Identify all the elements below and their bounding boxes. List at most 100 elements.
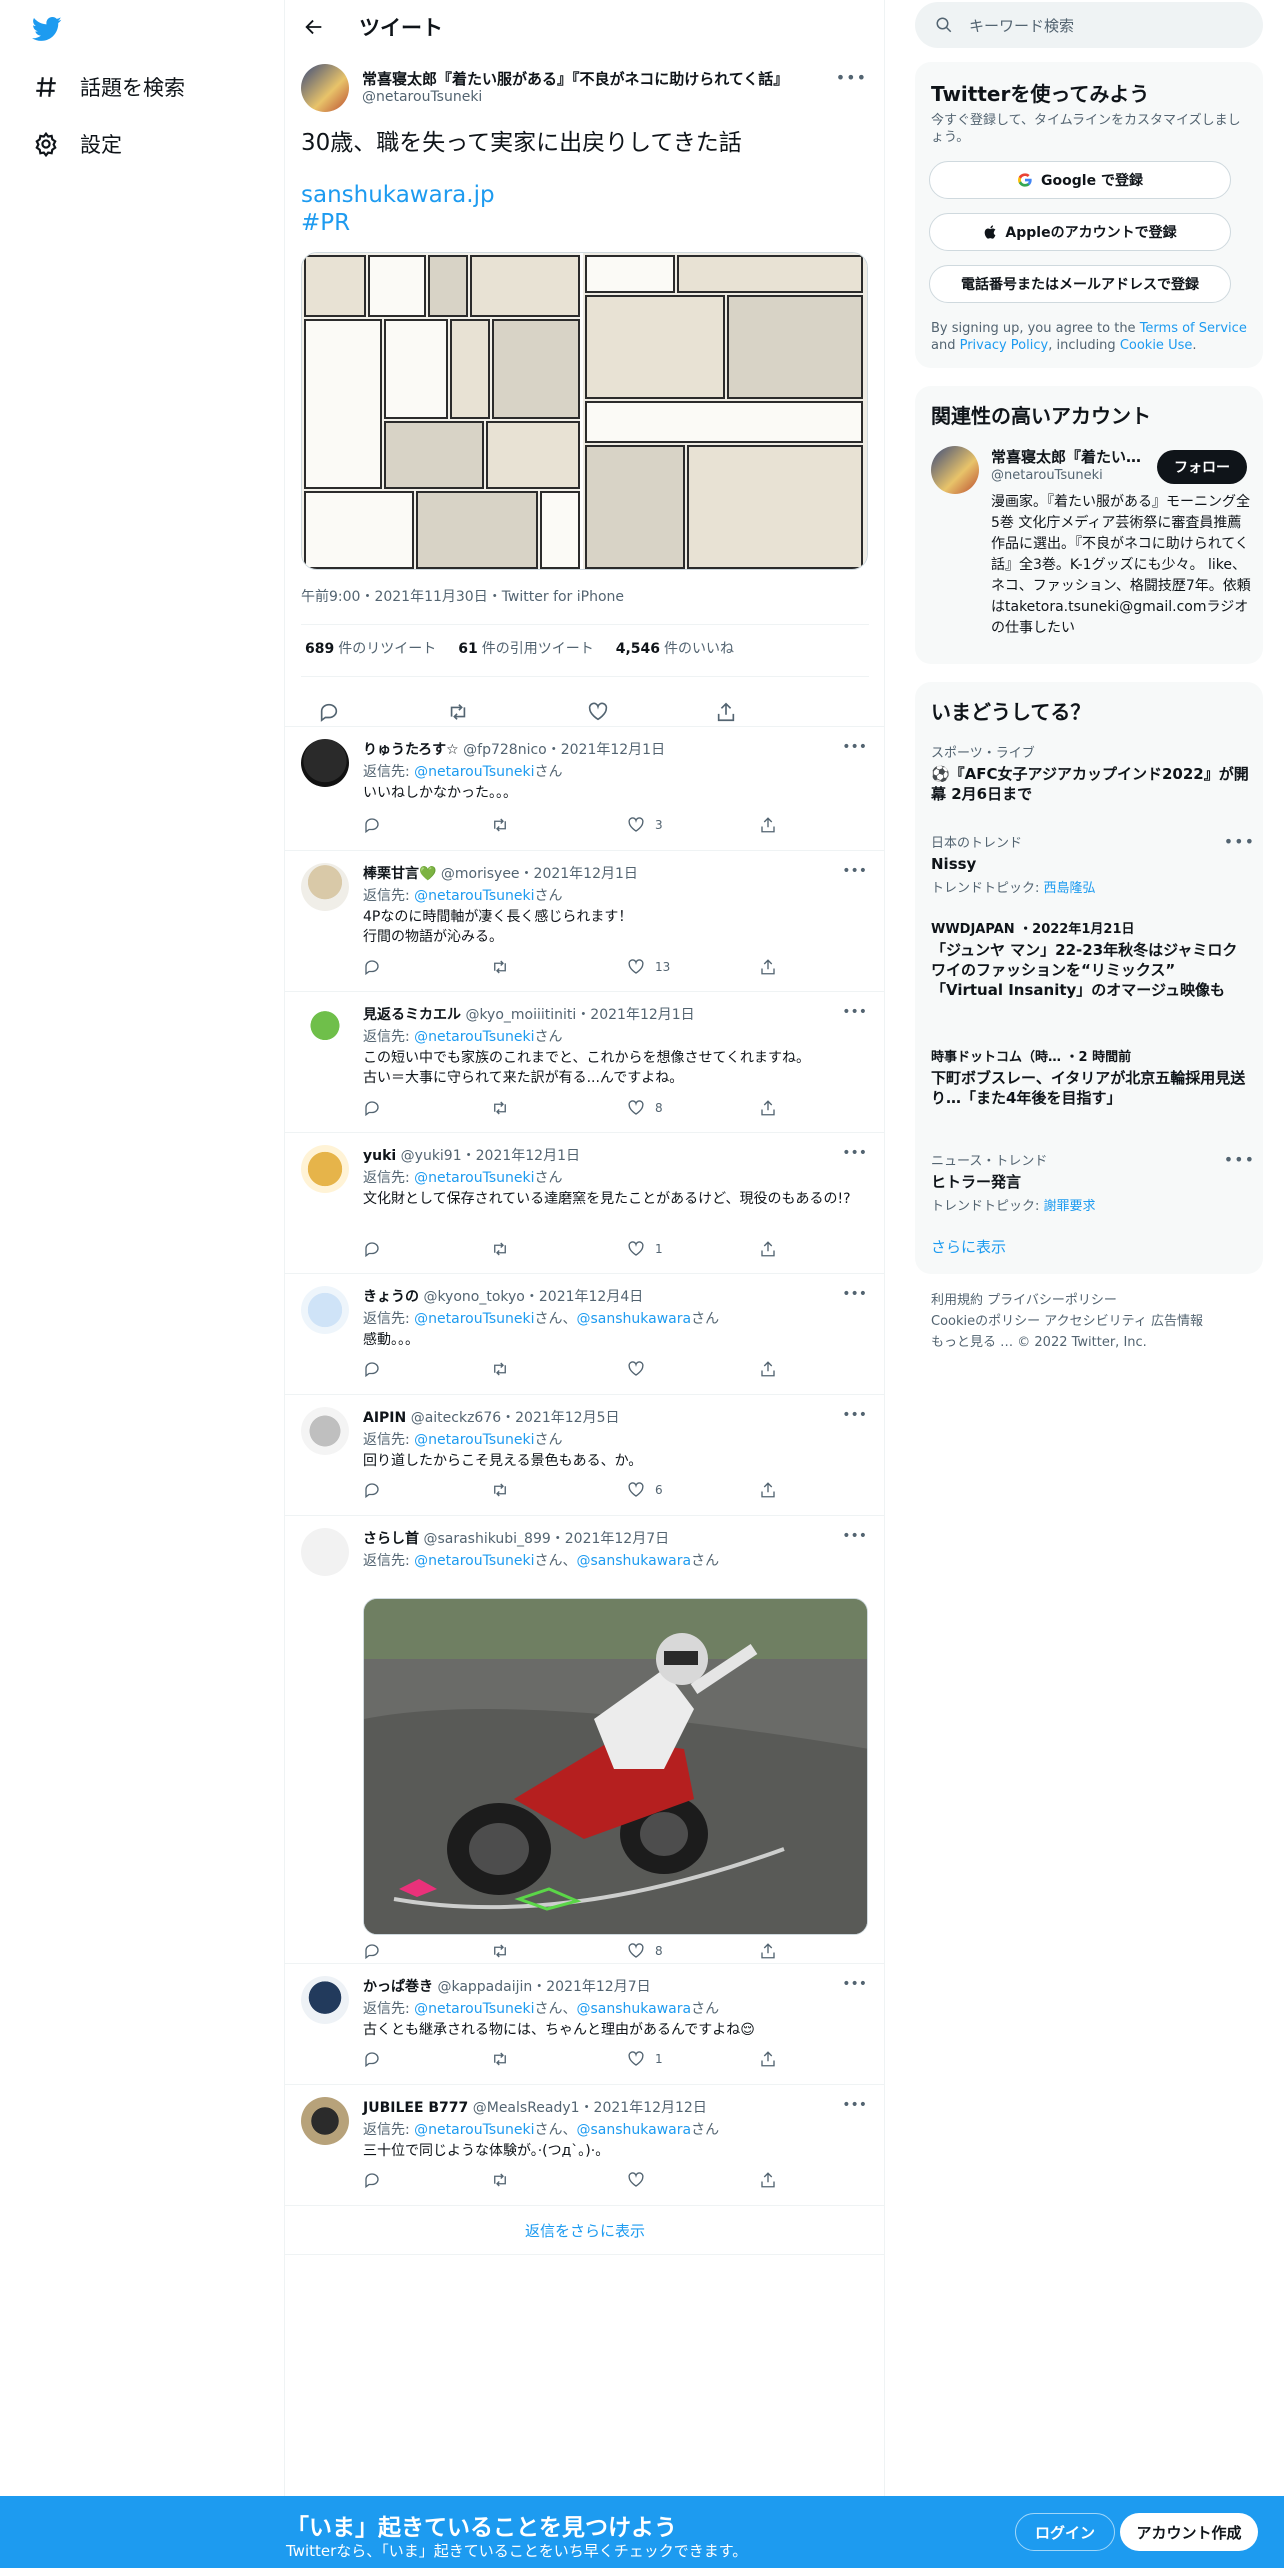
- like-action[interactable]: 3: [627, 816, 663, 834]
- like-action[interactable]: [627, 2171, 655, 2189]
- trend-item[interactable]: スポーツ・ライブ ⚽️『AFC女子アジアカップインド2022』が開幕 2月6日ま…: [931, 742, 1251, 804]
- more-options-icon[interactable]: •••: [842, 1145, 867, 1161]
- share-action[interactable]: [759, 2171, 787, 2189]
- retweet-action[interactable]: [491, 1360, 519, 1378]
- like-action[interactable]: 8: [627, 1099, 663, 1117]
- retweet-action[interactable]: [491, 2171, 519, 2189]
- share-action[interactable]: [759, 1942, 787, 1960]
- reply-action[interactable]: [363, 1240, 391, 1258]
- like-action[interactable]: [627, 1360, 655, 1378]
- like-action[interactable]: 8: [627, 1942, 663, 1960]
- apple-signup-button[interactable]: Appleのアカウントで登録: [929, 213, 1231, 251]
- share-action[interactable]: [759, 1360, 787, 1378]
- like-action[interactable]: 13: [627, 958, 670, 976]
- trends-show-more[interactable]: さらに表示: [931, 1236, 1006, 1257]
- quote-count[interactable]: 61 件の引用ツイート: [458, 638, 593, 658]
- more-options-icon[interactable]: •••: [842, 2097, 867, 2113]
- reply-icon[interactable]: [315, 698, 343, 726]
- more-options-icon[interactable]: •••: [1224, 832, 1255, 851]
- more-options-icon[interactable]: •••: [842, 1407, 867, 1423]
- reply-tweet[interactable]: りゅうたろす☆ @fp728nico・2021年12月1日 ••• 返信先: @…: [285, 726, 885, 850]
- footer-line[interactable]: Cookieのポリシー アクセシビリティ 広告情報: [931, 1311, 1251, 1332]
- tweet-link[interactable]: sanshukawara.jp: [301, 182, 495, 208]
- twitter-logo-icon[interactable]: [30, 14, 66, 44]
- avatar[interactable]: [301, 1286, 349, 1334]
- reply-tweet[interactable]: 棒栗甘言💚 @morisyee・2021年12月1日 ••• 返信先: @net…: [285, 850, 885, 991]
- trend-item[interactable]: 日本のトレンド Nissy トレンドトピック: 西島隆弘 •••: [931, 832, 1254, 896]
- share-action[interactable]: [759, 1481, 787, 1499]
- share-action[interactable]: [759, 958, 787, 976]
- avatar[interactable]: [301, 1004, 349, 1052]
- more-options-icon[interactable]: •••: [842, 739, 867, 755]
- tweet-media-manga[interactable]: [301, 252, 868, 570]
- avatar[interactable]: [301, 1145, 349, 1193]
- avatar[interactable]: [301, 863, 349, 911]
- reply-action[interactable]: [363, 958, 391, 976]
- reply-action[interactable]: [363, 1942, 391, 1960]
- search-input[interactable]: キーワード検索: [915, 2, 1263, 48]
- signup-button[interactable]: アカウント作成: [1120, 2513, 1258, 2551]
- trend-item[interactable]: ニュース・トレンド ヒトラー発言 トレンドトピック: 謝罪要求 •••: [931, 1150, 1254, 1214]
- like-icon[interactable]: [584, 698, 612, 726]
- reply-tweet[interactable]: AIPIN @aiteckz676・2021年12月5日 ••• 返信先: @n…: [285, 1394, 885, 1515]
- avatar[interactable]: [301, 2097, 349, 2145]
- avatar[interactable]: [301, 1407, 349, 1455]
- author-handle[interactable]: @netarouTsuneki: [362, 89, 482, 105]
- more-options-icon[interactable]: •••: [842, 1976, 867, 1992]
- retweet-count[interactable]: 689 件のリツイート: [305, 638, 436, 658]
- avatar[interactable]: [301, 739, 349, 787]
- terms-link[interactable]: Terms of Service: [1140, 321, 1247, 336]
- retweet-action[interactable]: [491, 816, 519, 834]
- like-action[interactable]: 1: [627, 2050, 663, 2068]
- show-more-replies-button[interactable]: 返信をさらに表示: [285, 2205, 885, 2255]
- relevant-handle[interactable]: @netarouTsuneki: [991, 468, 1103, 483]
- nav-settings[interactable]: 設定: [32, 124, 122, 164]
- relevant-name[interactable]: 常喜寝太郎『着たい…: [991, 446, 1141, 467]
- cookie-link[interactable]: Cookie Use: [1120, 338, 1193, 353]
- google-signup-button[interactable]: Google で登録: [929, 161, 1231, 199]
- avatar[interactable]: [301, 1528, 349, 1576]
- share-icon[interactable]: [712, 698, 740, 726]
- retweet-action[interactable]: [491, 958, 519, 976]
- back-arrow-icon[interactable]: [299, 12, 329, 42]
- share-action[interactable]: [759, 1099, 787, 1117]
- reply-action[interactable]: [363, 1099, 391, 1117]
- avatar[interactable]: [931, 446, 979, 494]
- avatar[interactable]: [301, 1976, 349, 2024]
- login-button[interactable]: ログイン: [1015, 2513, 1115, 2551]
- retweet-action[interactable]: [491, 1942, 519, 1960]
- reply-tweet[interactable]: 見返るミカエル @kyo_moiiitiniti・2021年12月1日 ••• …: [285, 991, 885, 1132]
- more-options-icon[interactable]: •••: [842, 1286, 867, 1302]
- reply-action[interactable]: [363, 1360, 391, 1378]
- reply-tweet[interactable]: JUBILEE B777 @MealsReady1・2021年12月12日 ••…: [285, 2084, 885, 2205]
- reply-action[interactable]: [363, 816, 391, 834]
- more-options-icon[interactable]: •••: [842, 1528, 867, 1544]
- like-action[interactable]: 1: [627, 1240, 663, 1258]
- reply-tweet[interactable]: かっぱ巻き @kappadaijin・2021年12月7日 ••• 返信先: @…: [285, 1963, 885, 2084]
- more-options-icon[interactable]: •••: [842, 1004, 867, 1020]
- author-name[interactable]: 常喜寝太郎『着たい服がある』『不良がネコに助けられてく話』: [362, 68, 788, 89]
- share-action[interactable]: [759, 1240, 787, 1258]
- avatar[interactable]: [301, 64, 349, 112]
- trend-item[interactable]: WWDJAPAN ・2022年1月21日 「ジュンヤ マン」22-23年秋冬はジ…: [931, 918, 1251, 1000]
- footer-line[interactable]: もっと見る … © 2022 Twitter, Inc.: [931, 1332, 1251, 1353]
- reply-photo-motorcycle[interactable]: [363, 1598, 868, 1935]
- footer-line[interactable]: 利用規約 プライバシーポリシー: [931, 1290, 1251, 1311]
- like-action[interactable]: 6: [627, 1481, 663, 1499]
- share-action[interactable]: [759, 2050, 787, 2068]
- reply-tweet[interactable]: きょうの @kyono_tokyo・2021年12月4日 ••• 返信先: @n…: [285, 1273, 885, 1394]
- reply-tweet[interactable]: yuki @yuki91・2021年12月1日 ••• 返信先: @netaro…: [285, 1132, 885, 1273]
- reply-action[interactable]: [363, 2171, 391, 2189]
- phone-email-signup-button[interactable]: 電話番号またはメールアドレスで登録: [929, 265, 1231, 303]
- follow-button[interactable]: フォロー: [1157, 450, 1247, 484]
- retweet-action[interactable]: [491, 1099, 519, 1117]
- privacy-link[interactable]: Privacy Policy: [960, 338, 1049, 353]
- retweet-action[interactable]: [491, 2050, 519, 2068]
- retweet-action[interactable]: [491, 1240, 519, 1258]
- tweet-hashtag[interactable]: #PR: [301, 210, 350, 236]
- reply-action[interactable]: [363, 2050, 391, 2068]
- more-options-icon[interactable]: •••: [842, 863, 867, 879]
- nav-explore[interactable]: 話題を検索: [32, 67, 185, 107]
- share-action[interactable]: [759, 816, 787, 834]
- like-count[interactable]: 4,546 件のいいね: [616, 638, 734, 658]
